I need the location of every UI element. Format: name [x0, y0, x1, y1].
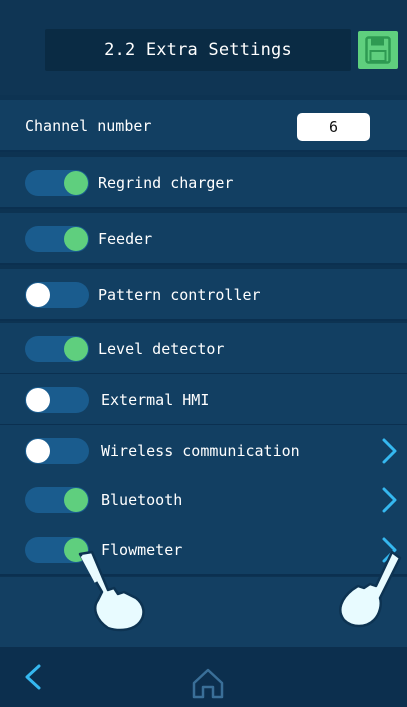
toggle-knob	[26, 283, 50, 307]
bluetooth-toggle[interactable]	[25, 487, 89, 513]
setting-row-external-hmi: Extermal HMI	[0, 374, 407, 426]
setting-row-feeder: Feeder	[0, 213, 407, 265]
tap-hand-icon-left	[78, 550, 145, 632]
channel-number-row: Channel number 6	[0, 100, 407, 152]
toggle-knob	[26, 388, 50, 412]
level-detector-toggle[interactable]	[25, 336, 89, 362]
chevron-left-icon[interactable]	[22, 663, 44, 691]
setting-row-level-detector: Level detector	[0, 323, 407, 375]
wireless-communication-label: Wireless communication	[101, 442, 300, 460]
toggle-knob	[64, 488, 88, 512]
tap-hand-icon-right	[339, 550, 402, 628]
level-detector-label: Level detector	[98, 340, 225, 358]
chevron-right-icon[interactable]	[380, 486, 400, 514]
external-hmi-toggle[interactable]	[25, 387, 89, 413]
chevron-right-icon[interactable]	[380, 437, 400, 465]
setting-row-regrind-charger: Regrind charger	[0, 157, 407, 209]
home-icon[interactable]	[190, 666, 226, 700]
external-hmi-label: Extermal HMI	[101, 391, 210, 409]
setting-row-pattern-controller: Pattern controller	[0, 269, 407, 321]
toggle-knob	[64, 227, 88, 251]
regrind-charger-toggle[interactable]	[25, 170, 89, 196]
wireless-communication-toggle[interactable]	[25, 438, 89, 464]
feeder-label: Feeder	[98, 230, 153, 248]
feeder-toggle[interactable]	[25, 226, 89, 252]
setting-row-bluetooth: Bluetooth	[0, 474, 407, 526]
page-title: 2.2 Extra Settings	[45, 29, 351, 71]
channel-number-label: Channel number	[25, 117, 152, 135]
bluetooth-label: Bluetooth	[101, 491, 183, 509]
save-button[interactable]	[358, 31, 398, 69]
header-bar: 2.2 Extra Settings	[0, 0, 407, 95]
regrind-charger-label: Regrind charger	[98, 174, 234, 192]
toggle-knob	[64, 337, 88, 361]
floppy-disk-icon	[365, 36, 391, 64]
pattern-controller-toggle[interactable]	[25, 282, 89, 308]
toggle-knob	[64, 171, 88, 195]
pattern-controller-label: Pattern controller	[98, 286, 261, 304]
setting-row-wireless-communication: Wireless communication	[0, 425, 407, 477]
channel-number-input[interactable]: 6	[297, 113, 370, 141]
toggle-knob	[26, 439, 50, 463]
